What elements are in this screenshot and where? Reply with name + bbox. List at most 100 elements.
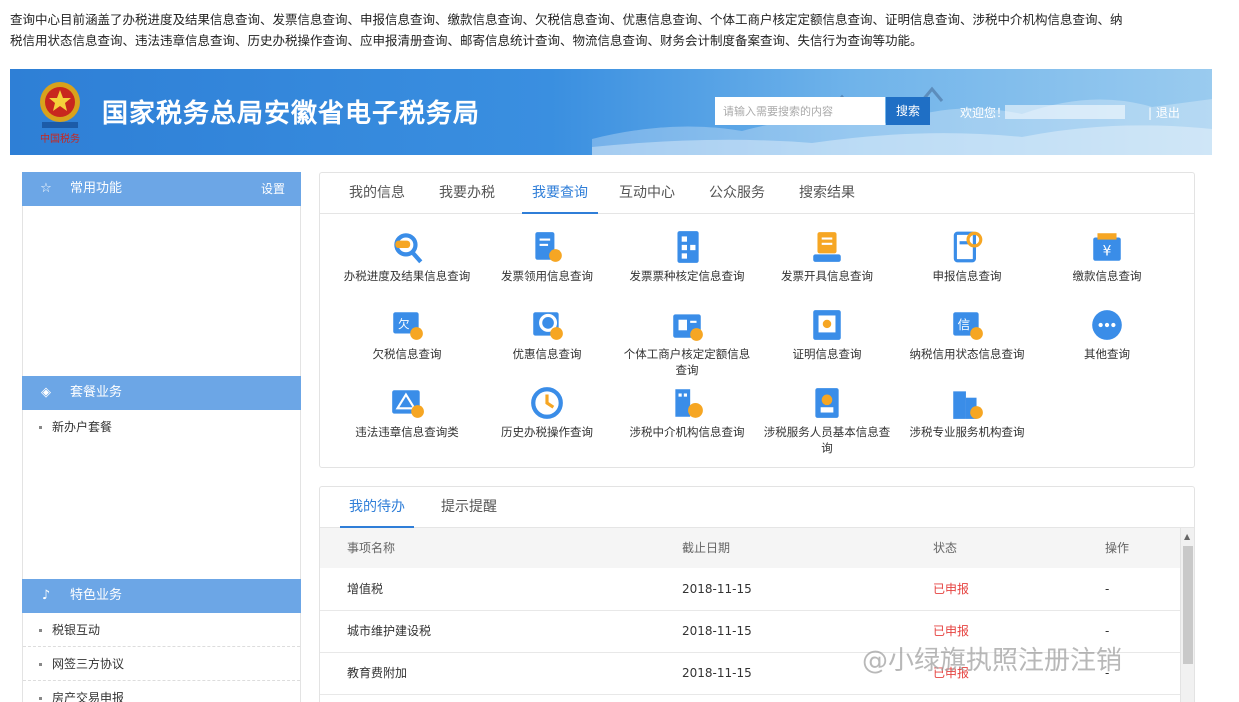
search-progress-icon <box>394 233 423 264</box>
query-item-17[interactable]: 涉税专业服务机构查询 <box>897 385 1037 440</box>
sidebar-common-header: ☆ 常用功能 设置 <box>22 172 301 206</box>
query-item-10[interactable]: 证明信息查询 <box>757 307 897 362</box>
svg-text:¥: ¥ <box>1103 243 1112 259</box>
search-input[interactable] <box>715 97 885 125</box>
query-item-label: 违法违章信息查询类 <box>355 425 459 439</box>
emblem-text: 中国税务 <box>40 132 80 145</box>
logout-link[interactable]: | 退出 <box>1148 104 1180 121</box>
query-item-13[interactable]: 违法违章信息查询类 <box>337 385 477 440</box>
query-item-8[interactable]: 优惠信息查询 <box>477 307 617 362</box>
query-item-3[interactable]: 发票票种核定信息查询 <box>617 229 757 284</box>
tab-search-results[interactable]: 搜索结果 <box>792 173 862 214</box>
intro-line-1: 查询中心目前涵盖了办税进度及结果信息查询、发票信息查询、申报信息查询、缴款信息查… <box>10 12 1123 27</box>
sidebar-item-tripartite[interactable]: 网签三方协议 <box>23 647 300 681</box>
query-item-6[interactable]: ¥ 缴款信息查询 <box>1037 229 1177 284</box>
bullet-icon <box>39 697 42 700</box>
bell-icon: ♪ <box>41 588 51 603</box>
query-item-1[interactable]: 办税进度及结果信息查询 <box>337 229 477 284</box>
settings-link[interactable]: 设置 <box>261 172 285 206</box>
query-item-11[interactable]: 信纳税信用状态信息查询 <box>897 307 1037 362</box>
tab-interaction[interactable]: 互动中心 <box>612 173 682 214</box>
query-item-label: 纳税信用状态信息查询 <box>909 347 1025 361</box>
sidebar-package: ◈ 套餐业务 新办户套餐 <box>22 376 301 579</box>
sidebar-package-body: 新办户套餐 <box>22 410 301 579</box>
col-action: 操作 <box>1105 541 1130 555</box>
arrears-icon: 欠 <box>393 312 423 340</box>
row-status: 已申报 <box>933 582 970 596</box>
query-item-label: 个体工商户核定定额信息查询 <box>623 347 751 377</box>
sidebar-special-header: ♪ 特色业务 <box>22 579 301 613</box>
query-item-label: 发票领用信息查询 <box>501 269 593 283</box>
query-item-2[interactable]: 发票领用信息查询 <box>477 229 617 284</box>
tab-tax-handle[interactable]: 我要办税 <box>432 173 502 214</box>
tab-my-todo[interactable]: 我的待办 <box>340 487 414 528</box>
sidebar-item-label: 税银互动 <box>52 623 101 637</box>
table-row[interactable]: 增值税 2018-11-15 已申报 - <box>320 569 1180 611</box>
row-name: 增值税 <box>347 582 384 596</box>
query-item-label: 申报信息查询 <box>932 269 1002 283</box>
query-item-label: 发票票种核定信息查询 <box>629 269 745 283</box>
query-item-label: 历史办税操作查询 <box>501 425 593 439</box>
query-item-label: 涉税中介机构信息查询 <box>629 425 745 439</box>
sidebar-common-title: 常用功能 <box>70 181 123 196</box>
query-item-16[interactable]: 涉税服务人员基本信息查询 <box>757 385 897 456</box>
username-redacted <box>1005 105 1125 119</box>
other-icon <box>1092 310 1122 340</box>
query-item-label: 证明信息查询 <box>792 347 862 361</box>
staff-icon <box>815 388 839 418</box>
row-action[interactable]: - <box>1105 569 1109 609</box>
invoice-issue-icon <box>813 232 841 262</box>
bullet-icon <box>39 629 42 632</box>
site-title: 国家税务总局安徽省电子税务局 <box>102 99 481 129</box>
tab-query[interactable]: 我要查询 <box>522 173 598 214</box>
query-item-label: 缴款信息查询 <box>1072 269 1142 283</box>
search-button[interactable]: 搜索 <box>886 97 930 125</box>
sidebar-common-body <box>22 206 301 376</box>
query-item-9[interactable]: 个体工商户核定定额信息查询 <box>617 307 757 378</box>
credit-icon: 信 <box>953 312 983 340</box>
query-item-7[interactable]: 欠欠税信息查询 <box>337 307 477 362</box>
certificate-icon <box>813 310 841 340</box>
tab-public-service[interactable]: 公众服务 <box>702 173 772 214</box>
query-item-5[interactable]: 申报信息查询 <box>897 229 1037 284</box>
welcome-text: 欢迎您！ <box>960 106 1009 120</box>
violation-icon <box>392 390 424 418</box>
query-item-14[interactable]: 历史办税操作查询 <box>477 385 617 440</box>
sidebar-item-label: 网签三方协议 <box>52 657 125 671</box>
todo-tabs: 我的待办 提示提醒 <box>320 487 1194 528</box>
col-name: 事项名称 <box>347 541 396 555</box>
svg-text:信: 信 <box>957 317 970 332</box>
sidebar-package-header: ◈ 套餐业务 <box>22 376 301 410</box>
todo-table-header: 事项名称 截止日期 状态 操作 <box>320 528 1180 568</box>
col-deadline: 截止日期 <box>682 541 731 555</box>
query-item-label: 涉税专业服务机构查询 <box>909 425 1025 439</box>
sidebar-item-bank-tax[interactable]: 税银互动 <box>23 613 300 647</box>
query-item-label: 发票开具信息查询 <box>781 269 873 283</box>
watermark: @小绿旗执照注册注销 <box>862 646 1123 676</box>
query-item-15[interactable]: 涉税中介机构信息查询 <box>617 385 757 440</box>
query-item-label: 涉税服务人员基本信息查询 <box>763 425 891 455</box>
scroll-up-icon[interactable]: ▲ <box>1184 532 1190 541</box>
sidebar-common: ☆ 常用功能 设置 <box>22 172 301 376</box>
sidebar-special-body: 税银互动 网签三方协议 房产交易申报 <box>22 613 301 702</box>
individual-business-icon <box>673 314 703 341</box>
sidebar-item-property[interactable]: 房产交易申报 <box>23 681 300 702</box>
row-name: 城市维护建设税 <box>347 624 432 638</box>
query-item-label: 办税进度及结果信息查询 <box>343 269 471 283</box>
query-item-label: 欠税信息查询 <box>372 347 442 361</box>
institution-icon <box>953 391 983 419</box>
col-status: 状态 <box>933 541 958 555</box>
tab-my-info[interactable]: 我的信息 <box>342 173 412 214</box>
tab-reminders[interactable]: 提示提醒 <box>432 487 506 528</box>
preferential-icon <box>533 312 563 340</box>
query-item-label: 其他查询 <box>1084 347 1130 361</box>
header-banner: 中国税务 国家税务总局安徽省电子税务局 搜索 欢迎您！ | 退出 <box>10 69 1212 155</box>
history-icon <box>531 387 563 419</box>
scroll-thumb[interactable] <box>1183 546 1193 664</box>
sidebar-item-new-package[interactable]: 新办户套餐 <box>23 410 300 444</box>
todo-scrollbar[interactable]: ▲ <box>1180 528 1194 702</box>
query-item-12[interactable]: 其他查询 <box>1037 307 1177 362</box>
star-icon: ☆ <box>40 181 52 196</box>
query-item-4[interactable]: 发票开具信息查询 <box>757 229 897 284</box>
row-date: 2018-11-15 <box>682 624 752 638</box>
